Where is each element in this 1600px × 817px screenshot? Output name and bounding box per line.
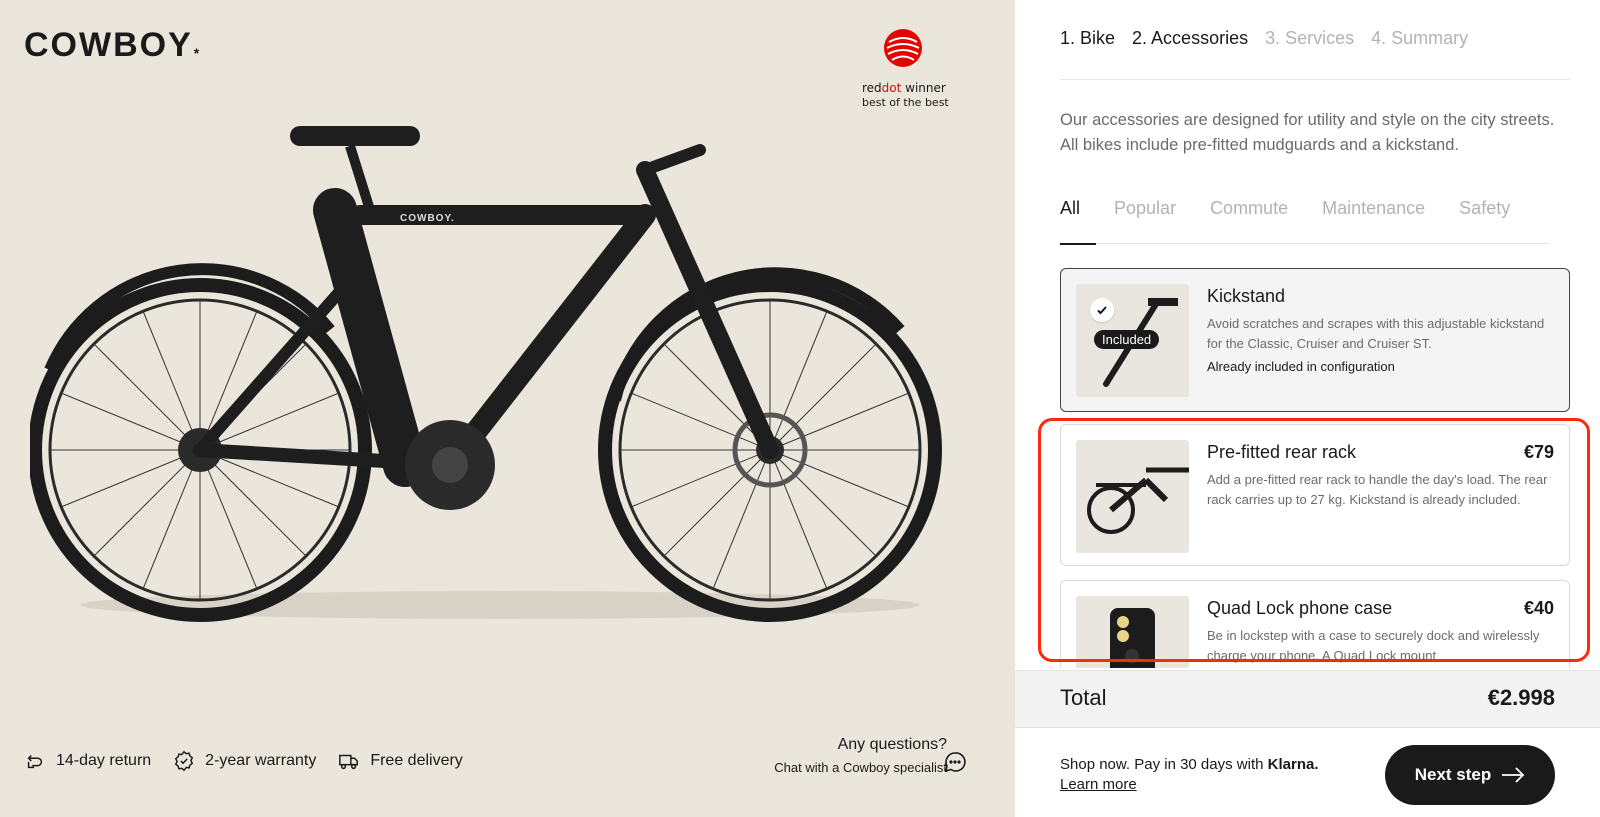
accessory-title: Pre-fitted rear rack	[1207, 442, 1357, 462]
klarna-promo: Shop now. Pay in 30 days with Klarna. Le…	[1060, 755, 1319, 795]
svg-text:COWBOY.: COWBOY.	[400, 213, 455, 224]
award-subtitle: best of the best	[862, 96, 949, 109]
next-step-button[interactable]: Next step	[1385, 745, 1555, 805]
arrow-right-icon	[1502, 767, 1525, 783]
accessories-intro: Our accessories are designed for utility…	[1060, 111, 1555, 154]
bike-image: COWBOY.	[30, 126, 942, 622]
tab-all[interactable]: All	[1060, 198, 1097, 245]
rear-rack-thumbnail	[1076, 440, 1189, 553]
logo-text: COWBOY	[24, 26, 193, 64]
step-bike[interactable]: 1. Bike	[1060, 28, 1115, 49]
total-bar: Total €2.998	[1015, 670, 1600, 728]
step-accessories[interactable]: 2. Accessories	[1132, 28, 1248, 49]
accessory-card-phone-case[interactable]: Quad Lock phone case €40 Be in lockstep …	[1060, 580, 1570, 668]
accessory-description: Be in lockstep with a case to securely d…	[1207, 628, 1540, 663]
phone-case-thumbnail	[1076, 596, 1189, 668]
included-note: Already included in configuration	[1207, 359, 1395, 374]
perk-warranty-label: 2-year warranty	[205, 752, 317, 769]
klarna-text: Shop now. Pay in 30 days with	[1060, 756, 1268, 773]
rear-rack-image	[1087, 467, 1189, 534]
accessory-title: Kickstand	[1207, 286, 1286, 306]
accessory-price: €40	[1523, 598, 1554, 618]
cowboy-logo[interactable]: COWBOY*	[24, 26, 201, 65]
chat-prompt[interactable]: Any questions? Chat with a Cowboy specia…	[774, 736, 947, 775]
delivery-truck-icon	[339, 754, 359, 770]
warranty-badge-icon	[175, 750, 194, 772]
questions-title: Any questions?	[837, 736, 947, 753]
included-badge: Included	[1094, 330, 1160, 349]
step-summary[interactable]: 4. Summary	[1371, 28, 1468, 49]
product-hero: COWBOY* reddot winner best of the best C…	[0, 0, 1015, 817]
perk-return: 14-day return	[24, 750, 151, 772]
reddot-award: reddot winner best of the best	[862, 28, 972, 109]
perk-warranty: 2-year warranty	[173, 750, 316, 772]
accessory-card-rear-rack[interactable]: Pre-fitted rear rack €79 Add a pre-fitte…	[1060, 424, 1570, 566]
total-label: Total	[1060, 685, 1107, 710]
category-tabs: All Popular Commute Maintenance Safety	[1060, 198, 1550, 245]
award-title: reddot winner	[862, 81, 946, 95]
return-icon	[27, 754, 43, 769]
step-nav: 1. Bike 2. Accessories 3. Services 4. Su…	[1060, 28, 1468, 49]
tab-maintenance[interactable]: Maintenance	[1322, 198, 1425, 244]
logo-mark: *	[193, 45, 202, 61]
tab-commute[interactable]: Commute	[1210, 198, 1288, 244]
perk-delivery-label: Free delivery	[370, 752, 463, 769]
next-step-label: Next step	[1414, 765, 1492, 784]
perk-delivery: Free delivery	[338, 750, 463, 772]
tab-safety[interactable]: Safety	[1459, 198, 1510, 244]
divider	[1060, 79, 1570, 80]
total-amount: €2.998	[1487, 685, 1555, 710]
klarna-brand: Klarna.	[1267, 756, 1319, 773]
checkmark-icon	[1090, 298, 1114, 322]
accessory-list: Included Kickstand Avoid scratches and s…	[1060, 268, 1570, 668]
step-services[interactable]: 3. Services	[1265, 28, 1354, 49]
learn-more-link[interactable]: Learn more	[1060, 775, 1137, 795]
accessory-description: Add a pre-fitted rear rack to handle the…	[1207, 472, 1548, 507]
kickstand-thumbnail: Included	[1076, 284, 1189, 397]
questions-subtitle: Chat with a Cowboy specialist	[774, 760, 947, 775]
accessory-title: Quad Lock phone case	[1207, 598, 1393, 618]
accessory-description: Avoid scratches and scrapes with this ad…	[1207, 316, 1545, 351]
perk-return-label: 14-day return	[56, 752, 152, 769]
accessory-price: €79	[1523, 442, 1554, 462]
reddot-badge-icon	[884, 29, 922, 67]
accessory-card-kickstand[interactable]: Included Kickstand Avoid scratches and s…	[1060, 268, 1570, 412]
chat-bubble-icon[interactable]	[943, 750, 967, 774]
phone-case-image	[1110, 608, 1155, 668]
configurator-panel: 1. Bike 2. Accessories 3. Services 4. Su…	[1015, 0, 1600, 817]
tab-popular[interactable]: Popular	[1114, 198, 1176, 244]
perks-row: 14-day return 2-year warranty Free deliv…	[24, 750, 463, 772]
